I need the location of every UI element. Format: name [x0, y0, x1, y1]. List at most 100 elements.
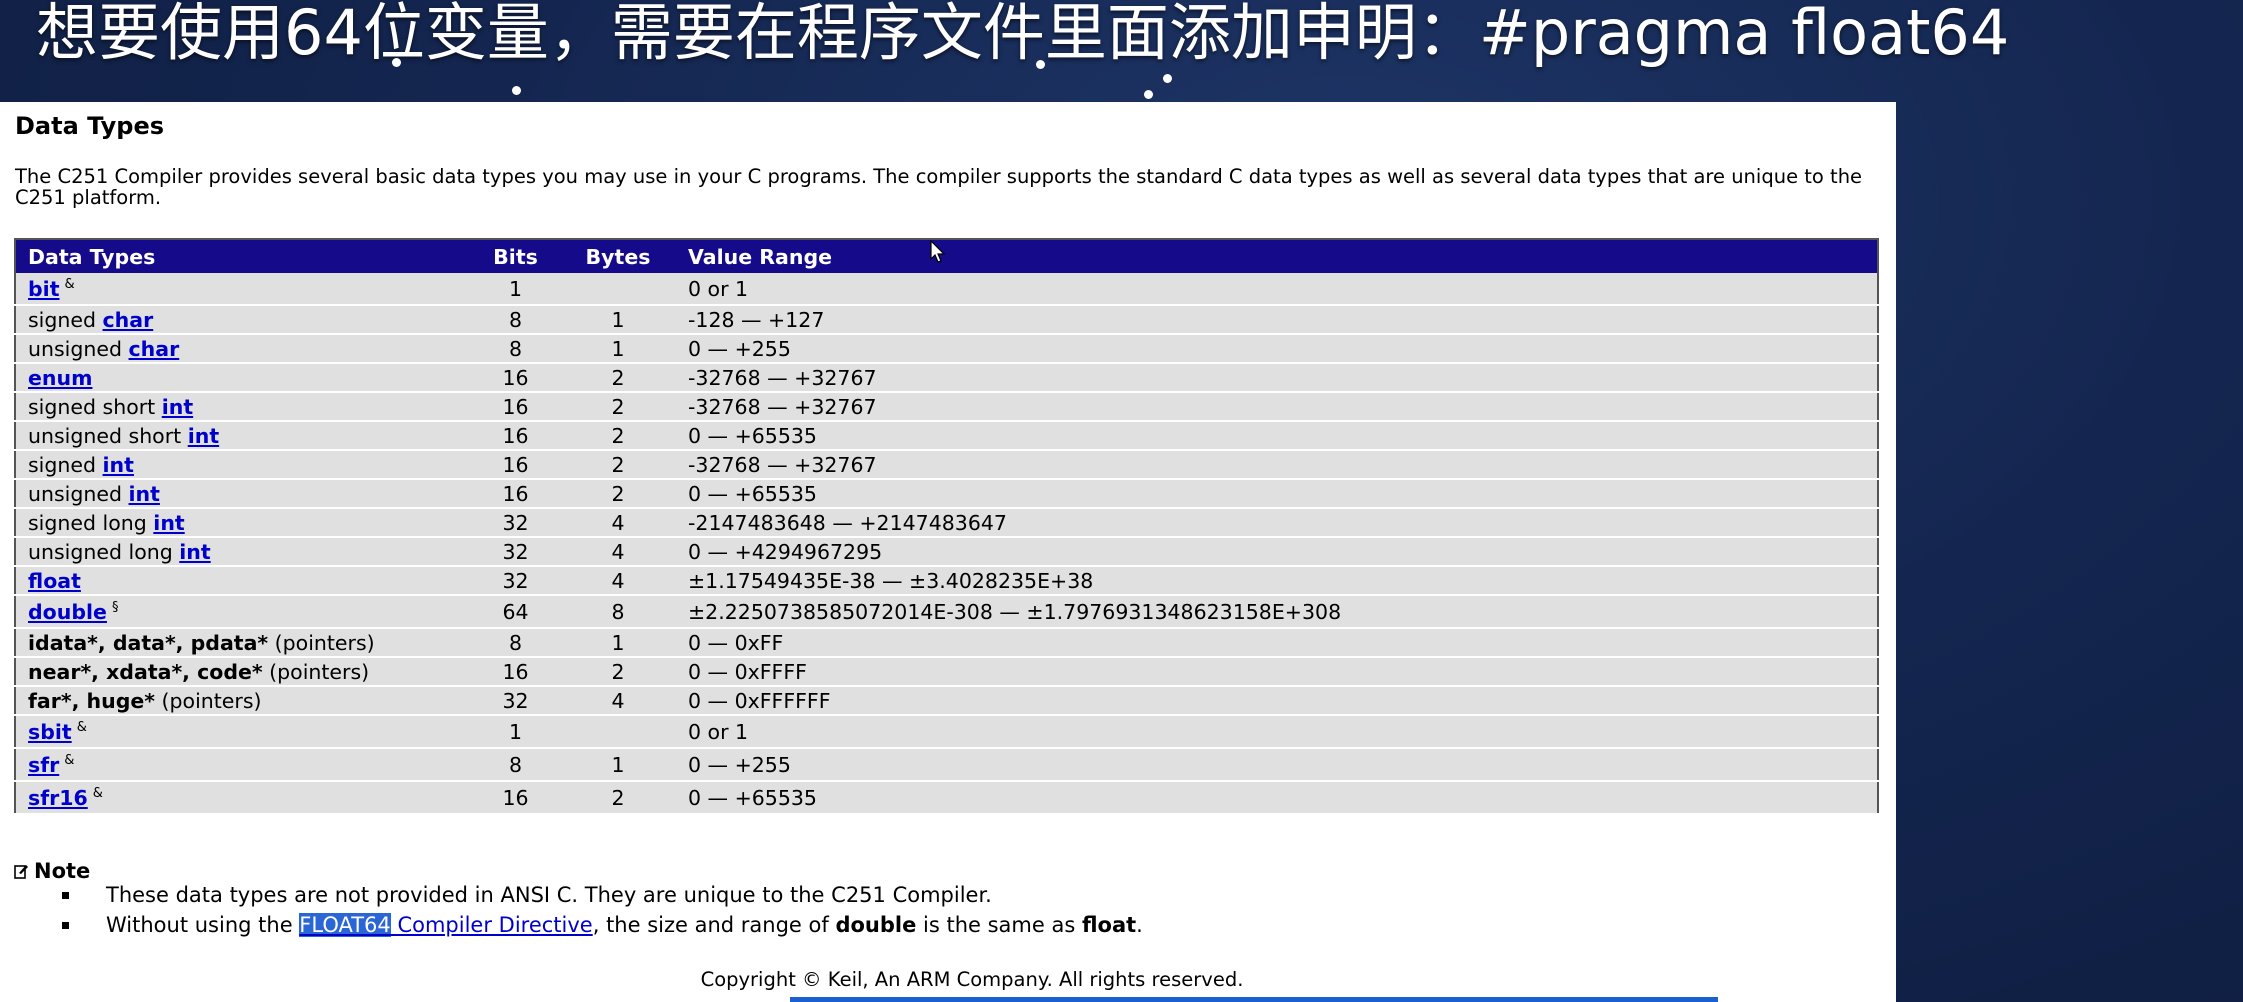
type-link-float[interactable]: float [28, 569, 81, 593]
bits-cell: 8 [471, 305, 560, 335]
bits-cell: 1 [471, 715, 560, 749]
decor-dot [1036, 60, 1045, 69]
bits-cell: 8 [471, 628, 560, 658]
type-link-double[interactable]: double [28, 600, 107, 624]
bytes-cell: 4 [560, 508, 676, 538]
bytes-cell: 2 [560, 392, 676, 422]
type-cell: idata*, data*, pdata* (pointers) [15, 628, 471, 658]
slide-caption: 想要使用64位变量，需要在程序文件里面添加申明：#pragma float64 [36, 0, 2010, 69]
table-row: unsigned short int 16 2 0 — +65535 [15, 421, 1878, 451]
value-range-cell: 0 — +255 [676, 334, 1878, 364]
value-range-cell: 0 — 0xFF [676, 628, 1878, 658]
type-cell: enum [15, 363, 471, 393]
note-list: These data types are not provided in ANS… [60, 880, 1143, 940]
bytes-cell: 4 [560, 566, 676, 596]
bytes-cell: 2 [560, 421, 676, 451]
bytes-cell: 2 [560, 781, 676, 815]
header-value-range: Value Range [676, 239, 1878, 273]
value-range-cell: 0 — 0xFFFF [676, 657, 1878, 687]
bytes-cell: 8 [560, 595, 676, 629]
type-cell: signed char [15, 305, 471, 335]
type-link-sfr16[interactable]: sfr16 [28, 786, 88, 810]
value-range-cell: 0 — +4294967295 [676, 537, 1878, 567]
taskbar-strip [790, 997, 1718, 1002]
footnote-marker: & [92, 785, 103, 801]
table-row: signed short int 16 2 -32768 — +32767 [15, 392, 1878, 422]
value-range-cell: 0 — +65535 [676, 421, 1878, 451]
bits-cell: 16 [471, 392, 560, 422]
table-row: double § 64 8 ±2.2250738585072014E-308 — ±1.… [15, 595, 1878, 629]
table-row: enum 16 2 -32768 — +32767 [15, 363, 1878, 393]
type-link-enum[interactable]: enum [28, 366, 92, 390]
bits-cell: 1 [471, 273, 560, 306]
table-row: near*, xdata*, code* (pointers) 16 2 0 — 0x… [15, 657, 1878, 687]
bits-cell: 16 [471, 421, 560, 451]
bits-cell: 64 [471, 595, 560, 629]
type-cell: far*, huge* (pointers) [15, 686, 471, 716]
type-link-sfr[interactable]: sfr [28, 753, 59, 777]
type-link-char[interactable]: char [103, 308, 154, 332]
bytes-cell: 2 [560, 450, 676, 480]
bytes-cell: 1 [560, 305, 676, 335]
type-link-int[interactable]: int [188, 424, 219, 448]
type-cell: unsigned int [15, 479, 471, 509]
table-row: signed long int 32 4 -2147483648 — +2147483… [15, 508, 1878, 538]
footnote-marker: § [111, 599, 119, 615]
table-row: bit & 1 0 or 1 [15, 273, 1878, 306]
value-range-cell: 0 — +255 [676, 748, 1878, 782]
page-title: Data Types [15, 112, 165, 140]
type-link-int[interactable]: int [179, 540, 210, 564]
bits-cell: 16 [471, 450, 560, 480]
type-cell: double § [15, 595, 471, 629]
bits-cell: 32 [471, 508, 560, 538]
bytes-cell [560, 273, 676, 306]
table-row: sfr16 & 16 2 0 — +65535 [15, 781, 1878, 815]
type-cell: sfr16 & [15, 781, 471, 815]
value-range-cell: -128 — +127 [676, 305, 1878, 335]
value-range-cell: -32768 — +32767 [676, 363, 1878, 393]
type-link-char[interactable]: char [129, 337, 180, 361]
data-types-table: Data Types Bits Bytes Value Range bit & 1 0… [14, 238, 1879, 815]
bits-cell: 16 [471, 479, 560, 509]
value-range-cell: 0 — 0xFFFFFF [676, 686, 1878, 716]
type-link-sbit[interactable]: sbit [28, 720, 72, 744]
type-link-int[interactable]: int [153, 511, 184, 535]
decor-dot [1163, 74, 1172, 83]
decor-dot [512, 86, 521, 95]
bits-cell: 8 [471, 748, 560, 782]
note-pencil-icon [14, 865, 28, 879]
value-range-cell: 0 or 1 [676, 273, 1878, 306]
type-cell: sfr & [15, 748, 471, 782]
type-cell: signed short int [15, 392, 471, 422]
type-cell: bit & [15, 273, 471, 306]
type-cell: near*, xdata*, code* (pointers) [15, 657, 471, 687]
type-link-bit[interactable]: bit [28, 277, 60, 301]
table-row: unsigned long int 32 4 0 — +4294967295 [15, 537, 1878, 567]
bits-cell: 16 [471, 363, 560, 393]
footnote-marker: & [76, 719, 87, 735]
bytes-cell: 2 [560, 363, 676, 393]
type-cell: float [15, 566, 471, 596]
value-range-cell: ±1.17549435E-38 — ±3.4028235E+38 [676, 566, 1878, 596]
type-link-int[interactable]: int [103, 453, 134, 477]
value-range-cell: -32768 — +32767 [676, 450, 1878, 480]
value-range-cell: 0 or 1 [676, 715, 1878, 749]
bytes-cell: 2 [560, 657, 676, 687]
table-row: float 32 4 ±1.17549435E-38 — ±3.4028235E+38 [15, 566, 1878, 596]
table-row: far*, huge* (pointers) 32 4 0 — 0xFFFFFF [15, 686, 1878, 716]
type-link-int[interactable]: int [162, 395, 193, 419]
type-link-int[interactable]: int [129, 482, 160, 506]
selected-text-float64[interactable]: FLOAT64 [299, 913, 391, 937]
type-cell: unsigned short int [15, 421, 471, 451]
bytes-cell: 4 [560, 537, 676, 567]
type-cell: signed long int [15, 508, 471, 538]
bits-cell: 16 [471, 781, 560, 815]
table-row: signed char 8 1 -128 — +127 [15, 305, 1878, 335]
type-cell: sbit & [15, 715, 471, 749]
header-data-types: Data Types [15, 239, 471, 273]
intro-paragraph: The C251 Compiler provides several basic… [15, 165, 1863, 209]
table-header-row: Data Types Bits Bytes Value Range [15, 239, 1878, 273]
note-item: Without using the FLOAT64 Compiler Direc… [60, 910, 1143, 940]
float64-directive-link[interactable]: FLOAT64 Compiler Directive [299, 913, 593, 937]
value-range-cell: 0 — +65535 [676, 781, 1878, 815]
